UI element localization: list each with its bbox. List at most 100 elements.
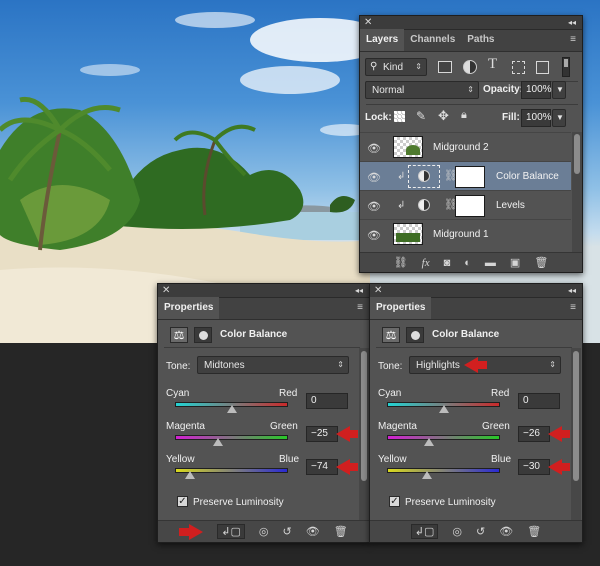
link-layers-icon[interactable]: ⛓︎ — [394, 256, 408, 269]
scrollbar-thumb[interactable] — [361, 351, 367, 481]
view-previous-icon[interactable]: ◎ — [452, 525, 462, 538]
lock-move-icon[interactable]: ✥ — [438, 108, 449, 124]
lock-transparency-icon[interactable] — [394, 111, 405, 122]
fill-dropdown-button[interactable]: ▼ — [552, 109, 566, 127]
visibility-eye-icon[interactable]: 👁︎ — [306, 525, 320, 538]
yellow-label: Yellow — [378, 454, 407, 465]
balance-scale-icon[interactable]: ⚖ — [382, 327, 400, 343]
collapse-icon[interactable]: ◂◂ — [568, 284, 576, 298]
layer-thumbnail — [393, 136, 423, 158]
yellow-blue-slider-knob[interactable] — [185, 471, 195, 479]
clip-to-layer-icon[interactable]: ↲▢ — [410, 524, 439, 539]
properties-titlebar[interactable]: ✕ ◂◂ — [370, 284, 582, 298]
yellow-blue-slider[interactable] — [387, 468, 500, 473]
layer-row-levels[interactable]: 👁︎ ↲ ⛓︎ Levels — [360, 190, 571, 219]
tone-value: Highlights — [416, 360, 460, 371]
adjustment-title: Color Balance — [220, 329, 288, 340]
yellow-blue-input[interactable]: −30 — [518, 459, 550, 475]
cyan-red-slider-knob[interactable] — [227, 405, 237, 413]
opacity-dropdown-button[interactable]: ▼ — [552, 81, 566, 99]
view-previous-icon[interactable]: ◎ — [259, 525, 269, 538]
tab-paths[interactable]: Paths — [461, 29, 500, 51]
collapse-icon[interactable]: ◂◂ — [355, 284, 363, 298]
trash-icon[interactable]: 🗑︎ — [527, 525, 541, 538]
fill-input[interactable]: 100% — [521, 109, 552, 127]
filter-pixel-icon[interactable] — [438, 61, 452, 73]
cyan-red-input[interactable]: 0 — [518, 393, 560, 409]
yellow-blue-input[interactable]: −74 — [306, 459, 338, 475]
yellow-blue-slider-knob[interactable] — [422, 471, 432, 479]
filter-adjustment-icon[interactable] — [463, 60, 477, 74]
panel-menu-icon[interactable]: ≡ — [357, 302, 363, 313]
layer-row-midground-2[interactable]: 👁︎ Midground 2 — [360, 132, 571, 161]
scrollbar-thumb[interactable] — [573, 351, 579, 481]
tab-properties[interactable]: Properties — [158, 297, 220, 319]
layers-scrollbar[interactable] — [572, 132, 582, 252]
close-icon[interactable]: ✕ — [162, 284, 170, 298]
magenta-green-slider-knob[interactable] — [424, 438, 434, 446]
lock-brush-icon[interactable]: ✎ — [416, 109, 426, 123]
mask-icon[interactable] — [406, 327, 424, 343]
new-adjustment-icon[interactable]: ◐ — [464, 257, 471, 269]
opacity-input[interactable]: 100% — [521, 81, 552, 99]
layer-mask-thumbnail[interactable] — [455, 166, 485, 188]
layer-row-color-balance[interactable]: 👁︎ ↲ ⛓︎ Color Balance — [360, 161, 571, 190]
chevron-updown-icon: ⇕ — [415, 62, 422, 71]
properties-scrollbar[interactable] — [359, 348, 369, 521]
new-layer-icon[interactable]: ▣ — [510, 256, 520, 269]
visibility-eye-icon[interactable]: 👁︎ — [499, 525, 513, 538]
clip-to-layer-icon[interactable]: ↲▢ — [217, 524, 245, 539]
layers-panel: ✕ ◂◂ Layers Channels Paths ≡ ⚲ Kind ⇕ T … — [359, 15, 583, 273]
tab-channels[interactable]: Channels — [404, 29, 461, 51]
close-icon[interactable]: ✕ — [364, 16, 372, 30]
divider — [376, 347, 572, 348]
preserve-luminosity-checkbox[interactable]: ✓ — [389, 496, 400, 507]
magenta-green-slider[interactable] — [387, 435, 500, 440]
tab-layers[interactable]: Layers — [360, 29, 405, 51]
filter-smartobject-icon[interactable] — [536, 61, 549, 74]
reset-icon[interactable]: ↺ — [283, 525, 292, 538]
filter-toggle-switch[interactable] — [562, 57, 570, 77]
blend-mode-dropdown[interactable]: Normal ⇕ — [365, 81, 479, 99]
cyan-red-input[interactable]: 0 — [306, 393, 348, 409]
visibility-eye-icon[interactable]: 👁︎ — [367, 171, 381, 184]
fx-icon[interactable]: fx — [422, 257, 430, 269]
reset-icon[interactable]: ↺ — [476, 525, 485, 538]
balance-scale-icon[interactable]: ⚖ — [170, 327, 188, 343]
filter-shape-icon[interactable] — [512, 61, 525, 74]
visibility-eye-icon[interactable]: 👁︎ — [367, 229, 381, 242]
panel-menu-icon[interactable]: ≡ — [570, 302, 576, 313]
tab-properties[interactable]: Properties — [370, 297, 432, 319]
properties-scrollbar[interactable] — [571, 348, 581, 521]
red-label: Red — [279, 388, 298, 399]
visibility-eye-icon[interactable]: 👁︎ — [367, 200, 381, 213]
trash-icon[interactable]: 🗑︎ — [534, 256, 548, 269]
layers-panel-titlebar[interactable]: ✕ ◂◂ — [360, 16, 582, 30]
trash-icon[interactable]: 🗑︎ — [334, 525, 348, 538]
magenta-green-input[interactable]: −25 — [306, 426, 338, 442]
levels-adjustment-icon — [418, 199, 430, 211]
collapse-icon[interactable]: ◂◂ — [568, 16, 576, 30]
properties-panel-left: ✕ ◂◂ Properties ≡ ⚖ Color Balance Tone: … — [157, 283, 370, 543]
new-group-icon[interactable]: ▬ — [485, 257, 496, 269]
filter-kind-dropdown[interactable]: ⚲ Kind ⇕ — [365, 58, 427, 76]
visibility-eye-icon[interactable]: 👁︎ — [367, 142, 381, 155]
add-mask-icon[interactable]: ◙ — [444, 257, 451, 269]
scrollbar-thumb[interactable] — [574, 134, 580, 174]
layer-mask-thumbnail[interactable] — [455, 195, 485, 217]
magenta-green-slider[interactable] — [175, 435, 288, 440]
lock-all-icon[interactable]: 🔒︎ — [461, 109, 467, 122]
layer-row-midground-1[interactable]: 👁︎ Midground 1 — [360, 219, 571, 248]
filter-type-icon[interactable]: T — [488, 56, 497, 73]
panel-menu-icon[interactable]: ≡ — [570, 34, 576, 45]
tone-dropdown[interactable]: Midtones ⇕ — [197, 356, 349, 374]
preserve-luminosity-checkbox[interactable]: ✓ — [177, 496, 188, 507]
magenta-green-slider-knob[interactable] — [213, 438, 223, 446]
mask-icon[interactable] — [194, 327, 212, 343]
cyan-red-slider-knob[interactable] — [439, 405, 449, 413]
close-icon[interactable]: ✕ — [374, 284, 382, 298]
properties-titlebar[interactable]: ✕ ◂◂ — [158, 284, 369, 298]
green-label: Green — [482, 421, 510, 432]
layer-name: Midground 2 — [433, 142, 489, 153]
magenta-green-input[interactable]: −26 — [518, 426, 550, 442]
